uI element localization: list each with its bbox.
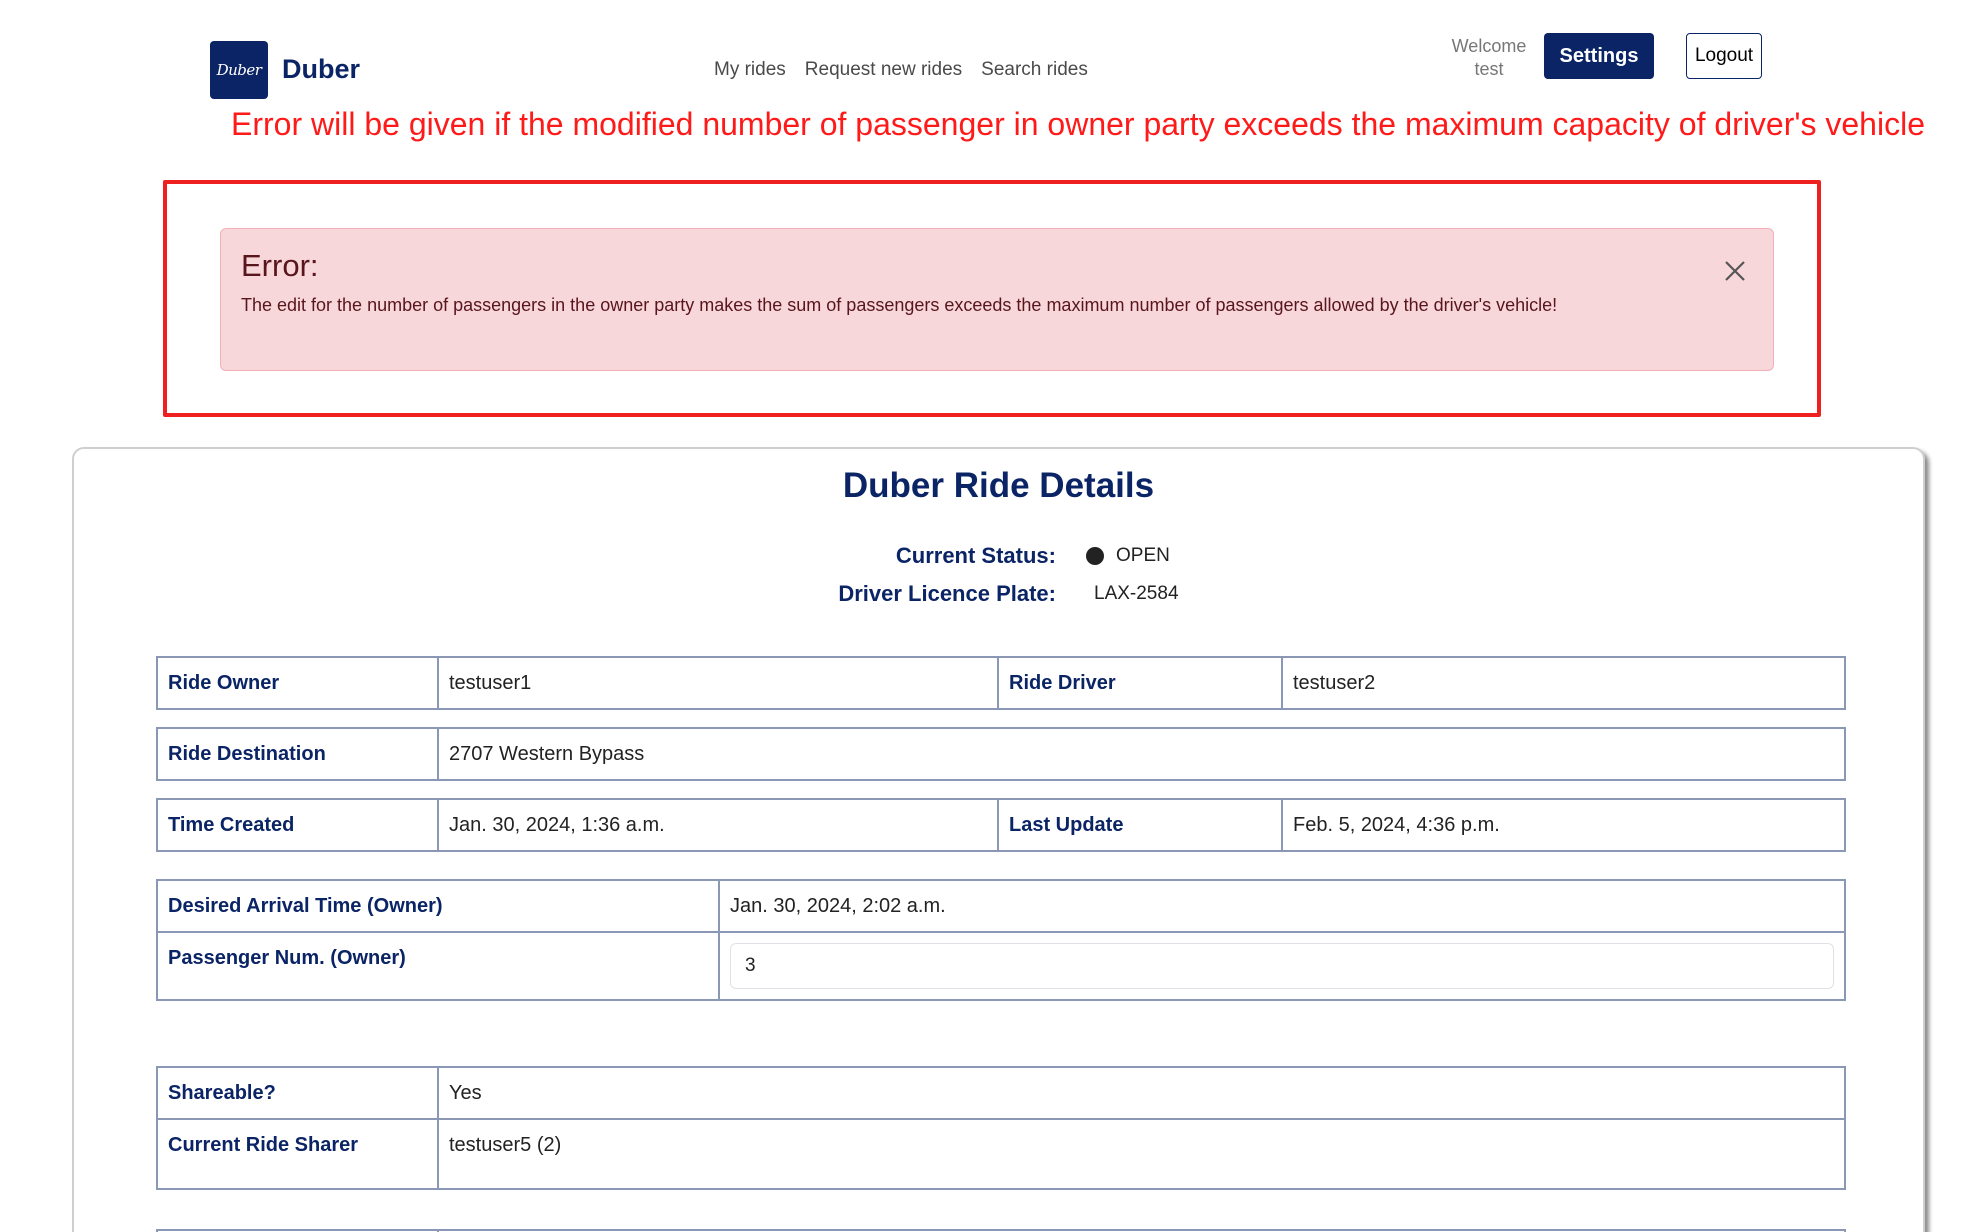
status-dot-icon xyxy=(1086,547,1104,565)
brand-name[interactable]: Duber xyxy=(282,54,360,85)
alert-message: The edit for the number of passengers in… xyxy=(241,295,1558,315)
shareable-value: Yes xyxy=(437,1066,1846,1120)
error-alert: Error: The edit for the number of passen… xyxy=(220,228,1774,371)
welcome-label: Welcome xyxy=(1451,36,1527,56)
ride-destination-value: 2707 Western Bypass xyxy=(437,727,1846,781)
desired-arrival-value: Jan. 30, 2024, 2:02 a.m. xyxy=(718,879,1846,933)
last-update-value: Feb. 5, 2024, 4:36 p.m. xyxy=(1281,798,1846,852)
logo-text: Duber xyxy=(216,61,262,79)
owner-driver-table: Ride Owner testuser1 Ride Driver testuse… xyxy=(156,656,1846,710)
current-ride-sharer-value: testuser5 (2) xyxy=(437,1118,1846,1190)
licence-plate-label: Driver Licence Plate: xyxy=(838,581,1056,606)
table-row: Ride Destination 2707 Western Bypass xyxy=(156,727,1846,781)
logout-button[interactable]: Logout xyxy=(1686,33,1762,79)
passenger-num-input[interactable] xyxy=(730,943,1834,989)
page-title: Duber Ride Details xyxy=(842,466,1155,505)
table-row: Ride Owner testuser1 Ride Driver testuse… xyxy=(156,656,1846,710)
time-table: Time Created Jan. 30, 2024, 1:36 a.m. La… xyxy=(156,798,1846,852)
destination-table: Ride Destination 2707 Western Bypass xyxy=(156,727,1846,781)
ride-driver-value: testuser2 xyxy=(1281,656,1846,710)
nav-my-rides[interactable]: My rides xyxy=(714,59,786,81)
sharing-table: Shareable? Yes Current Ride Sharer testu… xyxy=(156,1066,1846,1190)
licence-plate-row: Driver Licence Plate: LAX-2584 xyxy=(674,581,1354,607)
table-row: Desired Arrival Time (Owner) Jan. 30, 20… xyxy=(156,879,1846,933)
passenger-num-cell xyxy=(718,931,1846,1001)
alert-title: Error: xyxy=(241,248,319,283)
nav-search-rides[interactable]: Search rides xyxy=(981,59,1088,81)
ride-owner-label: Ride Owner xyxy=(156,656,439,710)
status-row: Current Status: OPEN xyxy=(674,543,1354,569)
close-icon[interactable] xyxy=(1723,259,1747,283)
welcome-message: Welcome test xyxy=(1438,35,1540,81)
licence-plate-value: LAX-2584 xyxy=(1094,583,1179,604)
shareable-label: Shareable? xyxy=(156,1066,439,1120)
last-update-label: Last Update xyxy=(997,798,1283,852)
table-row: Time Created Jan. 30, 2024, 1:36 a.m. La… xyxy=(156,798,1846,852)
status-value-wrap: OPEN xyxy=(1086,545,1170,567)
ride-owner-value: testuser1 xyxy=(437,656,999,710)
desired-arrival-label: Desired Arrival Time (Owner) xyxy=(156,879,720,933)
nav-request-new-rides[interactable]: Request new rides xyxy=(805,59,962,81)
status-label: Current Status: xyxy=(895,543,1056,568)
ride-details-card: Duber Ride Details Current Status: OPEN … xyxy=(72,447,1925,1232)
current-ride-sharer-label: Current Ride Sharer xyxy=(156,1118,439,1190)
time-created-label: Time Created xyxy=(156,798,439,852)
ride-driver-label: Ride Driver xyxy=(997,656,1283,710)
annotation-note: Error will be given if the modified numb… xyxy=(231,106,1925,142)
logo[interactable]: Duber xyxy=(210,41,268,99)
settings-button[interactable]: Settings xyxy=(1544,33,1654,79)
ride-destination-label: Ride Destination xyxy=(156,727,439,781)
table-row: Current Ride Sharer testuser5 (2) xyxy=(156,1118,1846,1190)
status-value: OPEN xyxy=(1116,545,1170,566)
welcome-username: test xyxy=(1474,59,1504,79)
owner-party-table: Desired Arrival Time (Owner) Jan. 30, 20… xyxy=(156,879,1846,1001)
table-row: Passenger Num. (Owner) xyxy=(156,931,1846,1001)
main-nav: My rides Request new rides Search rides xyxy=(714,59,1088,81)
passenger-num-label: Passenger Num. (Owner) xyxy=(156,931,720,1001)
table-row: Shareable? Yes xyxy=(156,1066,1846,1120)
time-created-value: Jan. 30, 2024, 1:36 a.m. xyxy=(437,798,999,852)
